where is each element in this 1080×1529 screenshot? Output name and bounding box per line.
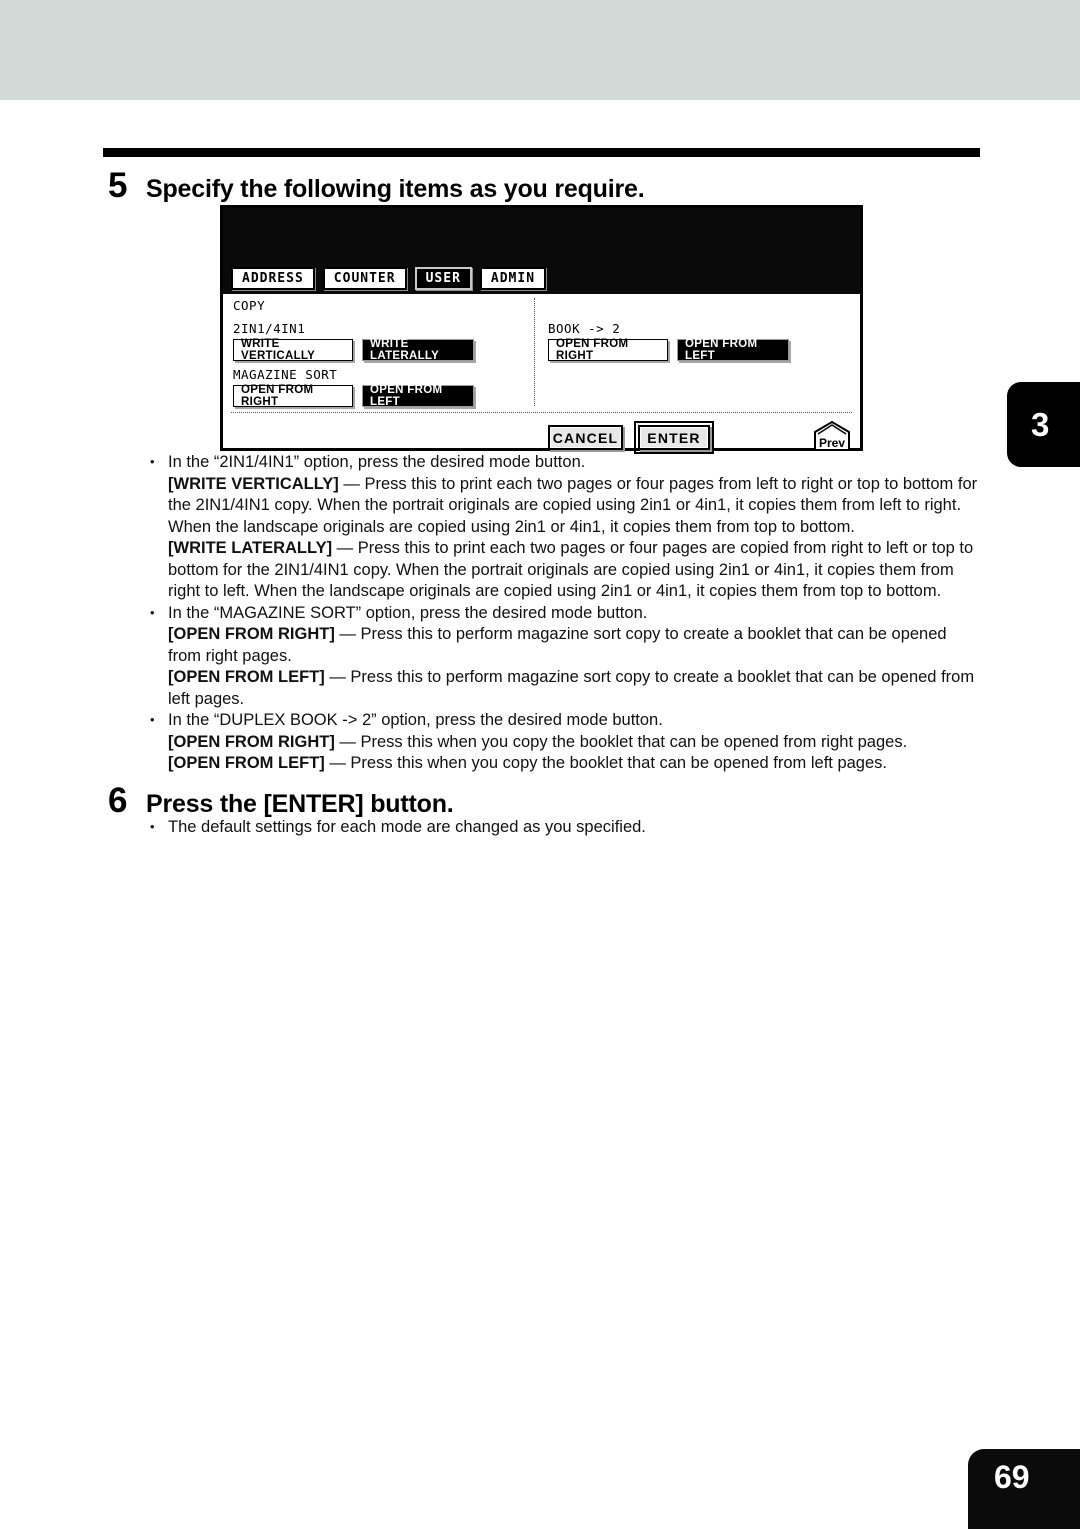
body-paragraph: [OPEN FROM RIGHT] — Press this to perfor… [168, 625, 947, 665]
body-term: [WRITE LATERALLY] [168, 539, 333, 557]
step-5-heading: 5 Specify the following items as you req… [108, 166, 645, 205]
body-paragraph: [WRITE VERTICALLY] — Press this to print… [168, 474, 978, 536]
lcd-footer-divider [231, 412, 852, 413]
lcd-tab-counter[interactable]: COUNTER [322, 267, 407, 290]
lcd-enter-button[interactable]: ENTER [634, 421, 714, 454]
step-6-heading: 6 Press the [ENTER] button. [108, 783, 454, 818]
lcd-prev-button[interactable]: Prev [813, 420, 851, 452]
body-term: [OPEN FROM RIGHT] [168, 732, 335, 751]
lcd-button-write-vertically[interactable]: WRITE VERTICALLY [233, 338, 353, 362]
step-5-title: Specify the following items as you requi… [146, 175, 645, 203]
body-bullet: The default settings for each mode are c… [146, 816, 982, 839]
body-paragraph: [OPEN FROM LEFT] — Press this when you c… [168, 754, 887, 772]
lcd-section-title: COPY [233, 298, 266, 313]
lcd-content-area: COPY 2IN1/4IN1 WRITE VERTICALLY WRITE LA… [223, 294, 860, 454]
body-bullet: In the “MAGAZINE SORT” option, press the… [146, 602, 982, 625]
body-term: [OPEN FROM LEFT] [168, 754, 325, 772]
body-bullet: In the “2IN1/4IN1” option, press the des… [146, 451, 982, 474]
lcd-button-magazine-open-from-left[interactable]: OPEN FROM LEFT [362, 384, 474, 408]
page-number-tab: 69 [968, 1449, 1080, 1529]
lcd-tab-user[interactable]: USER [414, 267, 472, 290]
lcd-button-magazine-open-from-right[interactable]: OPEN FROM RIGHT [233, 384, 353, 408]
page-header-band [0, 0, 1080, 100]
lcd-cancel-button[interactable]: CANCEL [548, 425, 623, 450]
lcd-column-divider [534, 298, 535, 406]
lcd-panel-screenshot: ADDRESS COUNTER USER ADMIN COPY 2IN1/4IN… [220, 205, 863, 454]
lcd-button-book-open-from-right[interactable]: OPEN FROM RIGHT [548, 338, 668, 362]
lcd-button-book-open-from-left[interactable]: OPEN FROM LEFT [677, 338, 789, 362]
body-term: [OPEN FROM RIGHT] [168, 625, 335, 643]
lcd-tab-admin[interactable]: ADMIN [479, 267, 547, 290]
step-6-body: The default settings for each mode are c… [146, 816, 982, 839]
lcd-prev-label: Prev [818, 436, 846, 450]
body-paragraph: [OPEN FROM LEFT] — Press this to perform… [168, 668, 975, 708]
lcd-tab-row: ADDRESS COUNTER USER ADMIN [223, 267, 860, 294]
step-6-title: Press the [ENTER] button. [146, 790, 454, 818]
step-6-number: 6 [108, 781, 128, 820]
lcd-button-write-laterally[interactable]: WRITE LATERALLY [362, 338, 474, 362]
step-5-number: 5 [108, 166, 128, 205]
chapter-tab: 3 [1007, 382, 1080, 467]
body-paragraph: [WRITE LATERALLY] — Press this to print … [168, 539, 974, 600]
body-term: [OPEN FROM LEFT] [168, 668, 325, 686]
body-bullet: In the “DUPLEX BOOK -> 2” option, press … [146, 709, 982, 732]
step-5-body: In the “2IN1/4IN1” option, press the des… [146, 451, 982, 775]
lcd-tab-address[interactable]: ADDRESS [231, 267, 315, 290]
section-rule [103, 146, 980, 157]
lcd-group-label-magazine-sort: MAGAZINE SORT [233, 367, 338, 382]
lcd-title-bar [223, 208, 860, 267]
body-term: [WRITE VERTICALLY] [168, 474, 339, 493]
lcd-group-label-book-to-2: BOOK -> 2 [548, 321, 621, 336]
lcd-group-label-2in1-4in1: 2IN1/4IN1 [233, 321, 306, 336]
body-paragraph: [OPEN FROM RIGHT] — Press this when you … [168, 732, 908, 751]
